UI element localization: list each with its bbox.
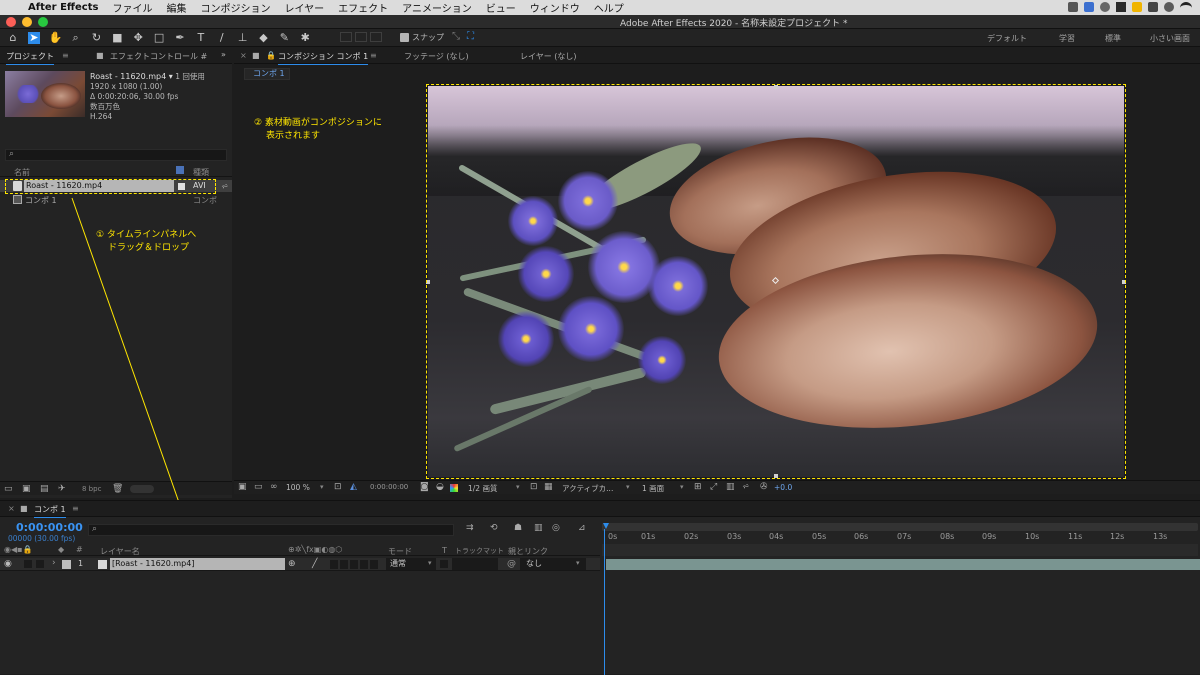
layer-name[interactable]: [Roast - 11620.mp4] <box>110 558 285 570</box>
time-ruler[interactable]: 0s 01s 02s 03s 04s 05s 06s 07s 08s 09s 1… <box>602 532 1198 544</box>
layer-duration-bar[interactable] <box>606 559 1200 570</box>
preserve-transparency-switch[interactable] <box>440 560 448 568</box>
panel-menu-icon[interactable]: ≡ <box>72 504 79 513</box>
time-ruler-tick: 07s <box>897 532 912 541</box>
time-ruler-tick: 03s <box>727 532 742 541</box>
composition-icon: ■ <box>20 504 28 513</box>
index-column-icon: # <box>76 545 83 554</box>
track-matte-dropdown[interactable] <box>452 558 498 570</box>
time-ruler-tick: 06s <box>854 532 869 541</box>
tab-timeline-comp[interactable]: コンポ 1 <box>34 504 66 518</box>
time-ruler-tick: 04s <box>769 532 784 541</box>
dropdown-chevron-icon: ▾ <box>428 559 432 567</box>
time-ruler-tick: 05s <box>812 532 827 541</box>
graph-editor-icon[interactable]: ⊿ <box>578 523 586 533</box>
playhead-line[interactable] <box>604 529 605 675</box>
work-area-bar[interactable] <box>602 523 1198 531</box>
time-ruler-tick: 08s <box>940 532 955 541</box>
col-layer-name[interactable]: レイヤー名 <box>100 546 140 557</box>
dropdown-chevron-icon: ▾ <box>576 559 580 567</box>
visibility-eye-icon[interactable]: ◉ <box>4 559 12 569</box>
av-switches-icon: ◉◀▪🔒 <box>4 545 33 554</box>
time-ruler-tick: 13s <box>1153 532 1168 541</box>
comp-mini-flowchart-icon[interactable]: ⇉ <box>466 523 474 533</box>
time-ruler-tick: 0s <box>608 532 618 541</box>
timeline-column-header: ◉◀▪🔒 ◆ # レイヤー名 ⊕✲╲fx▣◐◍⬡ モード T トラックマット 親… <box>0 544 600 556</box>
label-column-icon: ◆ <box>58 545 65 554</box>
time-ruler-tick: 09s <box>982 532 997 541</box>
solo-switch[interactable] <box>36 560 44 568</box>
time-ruler-tick: 11s <box>1068 532 1083 541</box>
footage-file-icon <box>98 560 107 569</box>
shy-switch-icon[interactable]: ⊕ <box>288 559 296 569</box>
layer-switches-icon: ⊕✲╲fx▣◐◍⬡ <box>288 545 343 554</box>
layer-label-swatch[interactable] <box>62 560 71 569</box>
col-parent-link[interactable]: 親とリンク <box>508 546 548 557</box>
expand-chevron-icon[interactable]: › <box>52 558 56 568</box>
motion-blur-icon[interactable]: ◎ <box>552 523 560 533</box>
col-mode[interactable]: モード <box>388 546 412 557</box>
frame-blending-icon[interactable]: ▥ <box>534 523 543 533</box>
timeline-tabs: × ■ コンポ 1 ≡ <box>0 501 1200 518</box>
time-ruler-tick: 10s <box>1025 532 1040 541</box>
search-icon: ⌕ <box>92 524 98 534</box>
timeline-layer-row[interactable]: ◉ › 1 [Roast - 11620.mp4] ⊕ ╱ 通常 ▾ @ なし … <box>0 558 600 571</box>
time-ruler-tick: 02s <box>684 532 699 541</box>
col-track-matte[interactable]: トラックマット <box>455 546 504 556</box>
timeline-panel: × ■ コンポ 1 ≡ 0:00:00:00 00000 (30.00 fps)… <box>0 500 1200 675</box>
audio-switch[interactable] <box>24 560 32 568</box>
col-preserve-transparency[interactable]: T <box>442 546 447 555</box>
shy-layers-icon[interactable]: ☗ <box>514 523 522 533</box>
draft-3d-icon[interactable]: ⟲ <box>490 523 498 533</box>
close-tab-icon[interactable]: × <box>8 504 15 513</box>
time-ruler-tick: 01s <box>641 532 656 541</box>
time-ruler-tick: 12s <box>1110 532 1125 541</box>
timeline-search-input[interactable]: ⌕ <box>88 524 454 536</box>
drag-arrow-line <box>71 197 196 549</box>
layer-index: 1 <box>78 559 84 568</box>
timeline-empty-track <box>602 544 1198 556</box>
pick-whip-icon[interactable]: @ <box>507 559 516 569</box>
timeline-current-time[interactable]: 0:00:00:00 <box>16 521 83 534</box>
layer-switch-boxes[interactable] <box>330 560 380 569</box>
quality-switch-icon[interactable]: ╱ <box>312 559 317 569</box>
timeline-frame-count: 00000 (30.00 fps) <box>8 534 76 543</box>
